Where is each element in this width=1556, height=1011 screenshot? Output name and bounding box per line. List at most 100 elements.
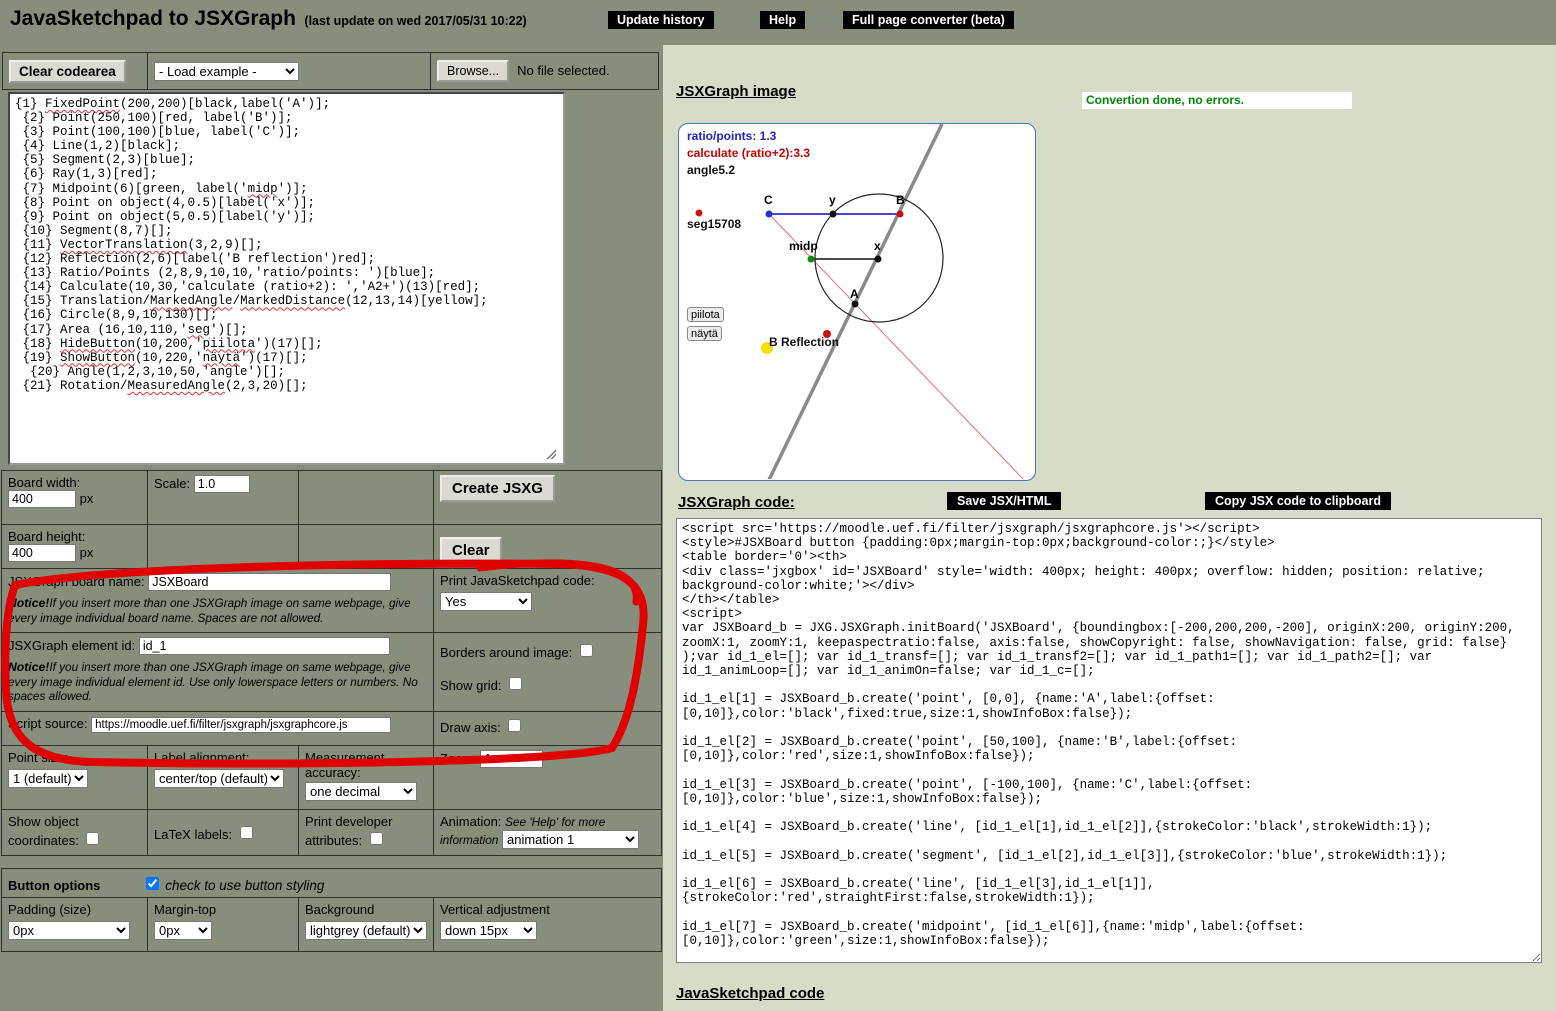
- background-label: Background: [305, 902, 375, 917]
- empty-cell: [298, 470, 434, 525]
- full-page-converter-button[interactable]: Full page converter (beta): [843, 11, 1014, 29]
- draw-axis-cell: Draw axis:: [433, 711, 662, 746]
- measurement-select[interactable]: one decimal: [305, 782, 417, 801]
- svg-text:angle5.2: angle5.2: [687, 163, 735, 177]
- scale-label: Scale:: [154, 476, 191, 491]
- vertical-adjustment-select[interactable]: down 15px: [440, 921, 537, 940]
- show-grid-label: Show grid:: [440, 678, 502, 693]
- load-example-cell: - Load example -: [147, 52, 431, 90]
- element-id-notice: Notice!If you insert more than one JSXGr…: [8, 660, 418, 703]
- update-history-button[interactable]: Update history: [608, 11, 714, 29]
- margin-top-cell: Margin-top 0px: [147, 897, 299, 952]
- copy-jsx-code-button[interactable]: Copy JSX code to clipboard: [1205, 492, 1391, 510]
- latex-checkbox[interactable]: [239, 826, 253, 839]
- javasketchpad-code-heading: JavaSketchpad code: [676, 985, 825, 1002]
- padding-label: Padding (size): [8, 902, 92, 917]
- zoom-cell: Zoom:: [433, 745, 662, 810]
- header-bar: JavaSketchpad to JSXGraph (last update o…: [0, 0, 1556, 45]
- board-width-cell: Board width: px: [1, 470, 148, 525]
- scale-cell: Scale:: [147, 470, 299, 525]
- label-alignment-cell: Label alignment: center/top (default): [147, 745, 299, 810]
- draw-axis-checkbox[interactable]: [508, 719, 522, 732]
- button-styling-checkbox[interactable]: [145, 876, 159, 890]
- margin-top-label: Margin-top: [154, 902, 217, 917]
- load-example-select[interactable]: - Load example -: [154, 61, 299, 81]
- px-unit: px: [79, 545, 94, 560]
- background-select[interactable]: lightgrey (default): [305, 921, 427, 940]
- page-subtitle: (last update on wed 2017/05/31 10:22): [304, 14, 527, 28]
- image-options-cell: Borders around image: Show grid:: [433, 632, 662, 712]
- clear-button[interactable]: Clear: [440, 537, 502, 564]
- script-source-label: Script source:: [8, 716, 88, 731]
- margin-top-select[interactable]: 0px: [154, 921, 212, 940]
- vertical-adjustment-cell: Vertical adjustment down 15px: [432, 897, 663, 952]
- print-jsp-select[interactable]: Yes: [440, 592, 532, 611]
- show-coordinates-cell: Show object coordinates:: [1, 809, 148, 856]
- point-size-select[interactable]: 1 (default): [8, 769, 88, 788]
- no-file-text: No file selected.: [517, 63, 610, 78]
- latex-label: LaTeX labels:: [154, 827, 233, 842]
- jsxgraph-code-heading: JSXGraph code:: [678, 494, 795, 511]
- board-name-label: JSXGraph board name:: [8, 574, 145, 589]
- latex-cell: LaTeX labels:: [147, 809, 299, 856]
- label-alignment-label: Label alignment:: [154, 750, 250, 765]
- save-jsx-html-button[interactable]: Save JSX/HTML: [947, 492, 1062, 510]
- borders-label: Borders around image:: [440, 645, 573, 660]
- scale-input[interactable]: [193, 475, 250, 493]
- print-jsp-label: Print JavaSketchpad code:: [440, 573, 595, 588]
- background-cell: Background lightgrey (default): [298, 897, 434, 952]
- board-width-input[interactable]: [8, 490, 76, 508]
- element-id-cell: JSXGraph element id: Notice!If you inser…: [1, 632, 434, 712]
- zoom-label: Zoom:: [440, 751, 477, 766]
- print-dev-cell: Print developer attributes:: [298, 809, 434, 856]
- javasketchpad-codearea[interactable]: {1} FixedPoint(200,200)[black,label('A')…: [8, 92, 565, 465]
- nayta-show-button[interactable]: näytä: [687, 326, 722, 341]
- create-jsxg-cell: Create JSXG: [433, 470, 662, 525]
- board-name-cell: JSXGraph board name: Notice!If you inser…: [1, 568, 434, 633]
- help-button[interactable]: Help: [760, 11, 806, 29]
- button-options-header-cell: Button options check to use button styli…: [0, 868, 663, 898]
- animation-cell: Animation: See 'Help' for more informati…: [433, 809, 662, 856]
- options-table: Board width: px Scale: Create JSXG Board…: [1, 470, 662, 856]
- print-dev-checkbox[interactable]: [369, 832, 383, 845]
- button-options-title: Button options: [8, 877, 101, 893]
- page-title: JavaSketchpad to JSXGraph: [10, 7, 296, 30]
- resize-grip-icon[interactable]: [546, 449, 556, 459]
- toolbar-table: Clear codearea - Load example - Browse..…: [2, 52, 659, 90]
- point-size-cell: Point size: 1 (default): [1, 745, 148, 810]
- zoom-input[interactable]: [480, 750, 544, 768]
- svg-text:A: A: [850, 287, 859, 301]
- padding-select[interactable]: 0px: [8, 921, 130, 940]
- svg-text:x: x: [874, 239, 881, 253]
- jsxgraph-board[interactable]: Cy Bmidp x Aratio/points: 1.3 calculate (rat…: [678, 123, 1036, 481]
- board-name-input[interactable]: [148, 573, 392, 591]
- svg-text:y: y: [829, 193, 836, 207]
- label-alignment-select[interactable]: center/top (default): [154, 769, 284, 788]
- show-grid-checkbox[interactable]: [509, 677, 523, 690]
- measurement-label: Measurement accuracy:: [305, 750, 385, 780]
- svg-text:seg15708: seg15708: [687, 217, 741, 231]
- browse-button[interactable]: Browse...: [437, 60, 510, 82]
- board-height-cell: Board height: px: [1, 524, 148, 569]
- borders-checkbox[interactable]: [579, 644, 593, 657]
- board-width-label: Board width:: [8, 475, 81, 490]
- draw-axis-label: Draw axis:: [440, 720, 501, 735]
- create-jsxg-button[interactable]: Create JSXG: [440, 475, 555, 502]
- animation-select[interactable]: animation 1: [501, 829, 639, 849]
- piilota-hide-button[interactable]: piilota: [687, 307, 724, 322]
- padding-cell: Padding (size) 0px: [1, 897, 148, 952]
- svg-text:calculate (ratio+2):3.3: calculate (ratio+2):3.3: [687, 146, 810, 160]
- clear-codearea-cell: Clear codearea: [2, 52, 148, 90]
- board-height-input[interactable]: [8, 544, 76, 562]
- svg-text:B Reflection: B Reflection: [769, 335, 839, 349]
- clear-codearea-button[interactable]: Clear codearea: [9, 59, 126, 83]
- clear-cell: Clear: [433, 524, 662, 569]
- show-coordinates-checkbox[interactable]: [86, 832, 100, 845]
- element-id-input[interactable]: [138, 637, 390, 655]
- svg-text:B: B: [896, 193, 905, 207]
- print-jsp-cell: Print JavaSketchpad code: Yes: [433, 568, 662, 633]
- jsxgraph-code-textarea[interactable]: [676, 518, 1542, 963]
- jsxgraph-figure-svg: Cy Bmidp x Aratio/points: 1.3 calculate (rat…: [687, 124, 1024, 479]
- script-source-input[interactable]: [91, 717, 392, 733]
- right-panel: JSXGraph image Convertion done, no error…: [663, 45, 1556, 1011]
